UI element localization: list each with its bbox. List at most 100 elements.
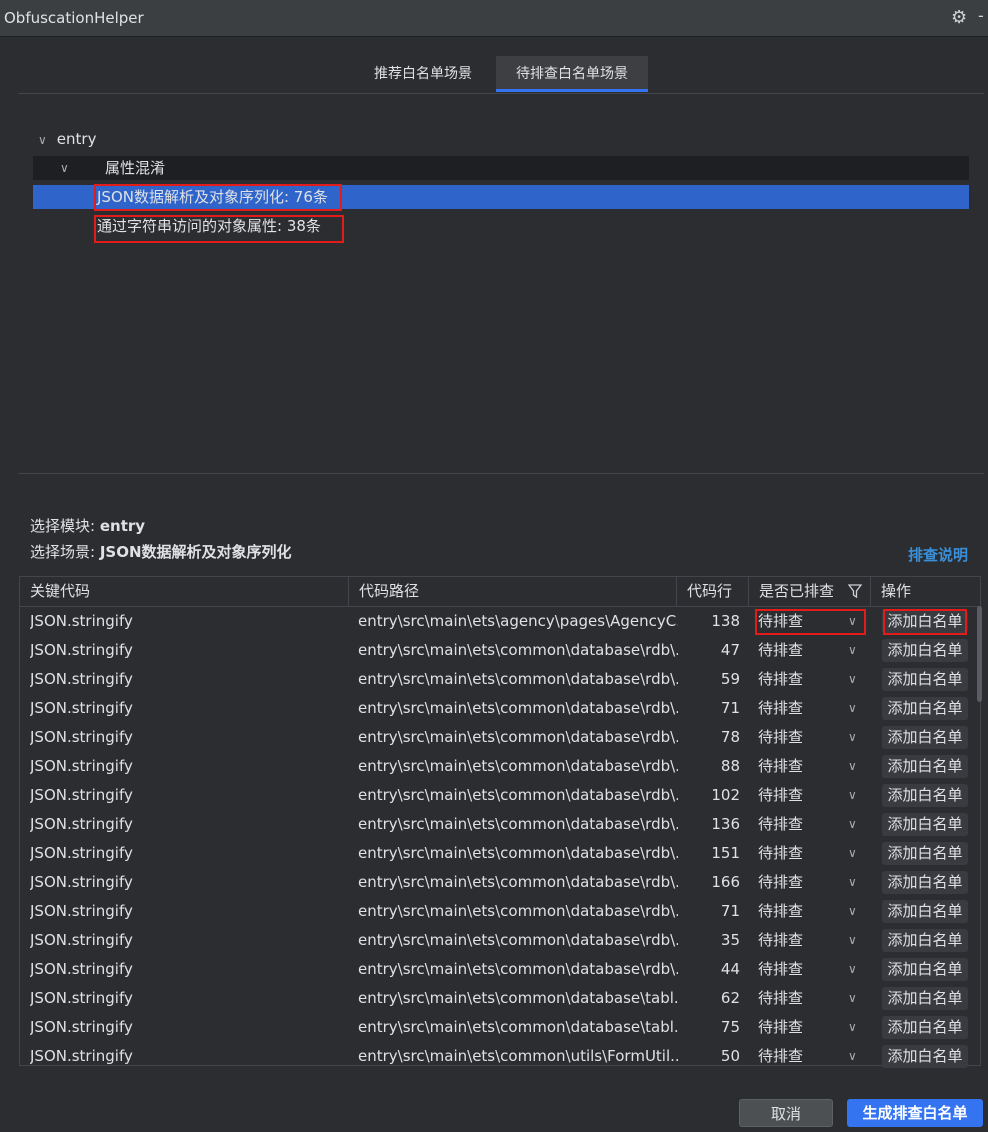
cell-code-path: entry\src\main\ets\agency\pages\AgencyC.… xyxy=(358,612,678,630)
chevron-down-icon[interactable]: ∨ xyxy=(848,839,857,868)
status-dropdown[interactable]: 待排查 ∨ xyxy=(758,694,868,723)
chevron-down-icon[interactable]: ∨ xyxy=(848,810,857,839)
chevron-down-icon[interactable]: ∨ xyxy=(848,723,857,752)
add-whitelist-button[interactable]: 添加白名单 xyxy=(882,1045,968,1068)
status-dropdown[interactable]: 待排查 ∨ xyxy=(758,868,868,897)
status-dropdown[interactable]: 待排查 ∨ xyxy=(758,636,868,665)
table-row[interactable]: JSON.stringify entry\src\main\ets\common\… xyxy=(20,694,980,723)
table-row[interactable]: JSON.stringify entry\src\main\ets\common\… xyxy=(20,897,980,926)
add-whitelist-button[interactable]: 添加白名单 xyxy=(882,813,968,836)
cell-key-code: JSON.stringify xyxy=(30,670,133,688)
cancel-button[interactable]: 取消 xyxy=(739,1099,833,1127)
table-row[interactable]: JSON.stringify entry\src\main\ets\common\… xyxy=(20,636,980,665)
add-whitelist-button[interactable]: 添加白名单 xyxy=(882,987,968,1010)
chevron-down-icon[interactable]: ∨ xyxy=(848,955,857,984)
filter-icon[interactable] xyxy=(848,583,862,599)
selected-scene: 选择场景: JSON数据解析及对象序列化 xyxy=(30,541,292,562)
table-row[interactable]: JSON.stringify entry\src\main\ets\common\… xyxy=(20,723,980,752)
cell-key-code: JSON.stringify xyxy=(30,989,133,1007)
status-dropdown[interactable]: 待排查 ∨ xyxy=(758,926,868,955)
add-whitelist-button[interactable]: 添加白名单 xyxy=(882,871,968,894)
table-row[interactable]: JSON.stringify entry\src\main\ets\common\… xyxy=(20,810,980,839)
cell-code-path: entry\src\main\ets\common\database\rdb\.… xyxy=(358,786,678,804)
table-row[interactable]: JSON.stringify entry\src\main\ets\common\… xyxy=(20,868,980,897)
header-code-path[interactable]: 代码路径 xyxy=(349,577,677,606)
cell-code-path: entry\src\main\ets\common\database\tabl.… xyxy=(358,1018,678,1036)
chevron-down-icon[interactable]: ∨ xyxy=(848,694,857,723)
status-dropdown[interactable]: 待排查 ∨ xyxy=(758,665,868,694)
add-whitelist-button[interactable]: 添加白名单 xyxy=(882,668,968,691)
cell-key-code: JSON.stringify xyxy=(30,902,133,920)
title-bar: ObfuscationHelper ⚙ - xyxy=(0,0,988,37)
help-link[interactable]: 排查说明 xyxy=(908,544,968,565)
chevron-down-icon[interactable]: ∨ xyxy=(848,984,857,1013)
table-row[interactable]: JSON.stringify entry\src\main\ets\common\… xyxy=(20,1013,980,1042)
gear-icon[interactable]: ⚙ xyxy=(951,7,967,28)
cell-code-path: entry\src\main\ets\common\database\rdb\.… xyxy=(358,815,678,833)
add-whitelist-button[interactable]: 添加白名单 xyxy=(882,958,968,981)
add-whitelist-button[interactable]: 添加白名单 xyxy=(882,726,968,749)
status-value: 待排查 xyxy=(758,844,804,862)
chevron-down-icon[interactable]: ∨ xyxy=(848,752,857,781)
chevron-down-icon[interactable]: ∨ xyxy=(38,128,52,152)
table-row[interactable]: JSON.stringify entry\src\main\ets\common\… xyxy=(20,926,980,955)
table-scrollbar[interactable] xyxy=(977,606,982,702)
minimize-icon[interactable]: - xyxy=(978,6,984,25)
cell-key-code: JSON.stringify xyxy=(30,699,133,717)
cell-line: 44 xyxy=(720,960,740,978)
cell-line: 136 xyxy=(711,815,740,833)
selected-module: 选择模块: entry xyxy=(30,515,145,536)
highlight-box xyxy=(94,215,344,243)
chevron-down-icon[interactable]: ∨ xyxy=(848,897,857,926)
add-whitelist-button[interactable]: 添加白名单 xyxy=(882,697,968,720)
chevron-down-icon[interactable]: ∨ xyxy=(848,926,857,955)
status-dropdown[interactable]: 待排查 ∨ xyxy=(758,781,868,810)
tree-node-entry[interactable]: ∨ entry xyxy=(38,127,96,151)
chevron-down-icon[interactable]: ∨ xyxy=(848,636,857,665)
table-row[interactable]: JSON.stringify entry\src\main\ets\common\… xyxy=(20,984,980,1013)
cell-code-path: entry\src\main\ets\common\database\rdb\.… xyxy=(358,670,678,688)
header-line[interactable]: 代码行 xyxy=(677,577,749,606)
header-action[interactable]: 操作 xyxy=(871,577,980,606)
cell-line: 166 xyxy=(711,873,740,891)
add-whitelist-button[interactable]: 添加白名单 xyxy=(882,1016,968,1039)
status-value: 待排查 xyxy=(758,1018,804,1036)
status-dropdown[interactable]: 待排查 ∨ xyxy=(758,897,868,926)
add-whitelist-button[interactable]: 添加白名单 xyxy=(882,900,968,923)
table-row[interactable]: JSON.stringify entry\src\main\ets\common\… xyxy=(20,781,980,810)
table-row[interactable]: JSON.stringify entry\src\main\ets\common\… xyxy=(20,665,980,694)
table-row[interactable]: JSON.stringify entry\src\main\ets\common\… xyxy=(20,839,980,868)
status-dropdown[interactable]: 待排查 ∨ xyxy=(758,810,868,839)
generate-whitelist-button[interactable]: 生成排查白名单 xyxy=(847,1099,983,1127)
status-dropdown[interactable]: 待排查 ∨ xyxy=(758,723,868,752)
add-whitelist-button[interactable]: 添加白名单 xyxy=(882,842,968,865)
status-value: 待排查 xyxy=(758,960,804,978)
status-dropdown[interactable]: 待排查 ∨ xyxy=(758,1042,868,1071)
chevron-down-icon[interactable]: ∨ xyxy=(848,665,857,694)
table-row[interactable]: JSON.stringify entry\src\main\ets\common\… xyxy=(20,752,980,781)
tree-node-group[interactable]: ∨ 属性混淆 xyxy=(33,156,969,180)
add-whitelist-button[interactable]: 添加白名单 xyxy=(882,755,968,778)
chevron-down-icon[interactable]: ∨ xyxy=(848,1013,857,1042)
cell-line: 102 xyxy=(711,786,740,804)
table-row[interactable]: JSON.stringify entry\src\main\ets\common\… xyxy=(20,1042,980,1071)
tree-node-label: entry xyxy=(56,130,97,148)
add-whitelist-button[interactable]: 添加白名单 xyxy=(882,929,968,952)
status-dropdown[interactable]: 待排查 ∨ xyxy=(758,839,868,868)
header-key-code[interactable]: 关键代码 xyxy=(20,577,349,606)
status-value: 待排查 xyxy=(758,641,804,659)
status-dropdown[interactable]: 待排查 ∨ xyxy=(758,984,868,1013)
add-whitelist-button[interactable]: 添加白名单 xyxy=(882,784,968,807)
chevron-down-icon[interactable]: ∨ xyxy=(60,156,74,180)
status-dropdown[interactable]: 待排查 ∨ xyxy=(758,955,868,984)
chevron-down-icon[interactable]: ∨ xyxy=(848,868,857,897)
add-whitelist-button[interactable]: 添加白名单 xyxy=(882,639,968,662)
status-dropdown[interactable]: 待排查 ∨ xyxy=(758,1013,868,1042)
status-dropdown[interactable]: 待排查 ∨ xyxy=(758,752,868,781)
table-row[interactable]: JSON.stringify entry\src\main\ets\common\… xyxy=(20,955,980,984)
chevron-down-icon[interactable]: ∨ xyxy=(848,781,857,810)
tab-recommended-whitelist[interactable]: 推荐白名单场景 xyxy=(357,56,489,92)
tab-pending-whitelist[interactable]: 待排查白名单场景 xyxy=(496,56,648,92)
scene-value: JSON数据解析及对象序列化 xyxy=(99,543,292,561)
chevron-down-icon[interactable]: ∨ xyxy=(848,1042,857,1071)
